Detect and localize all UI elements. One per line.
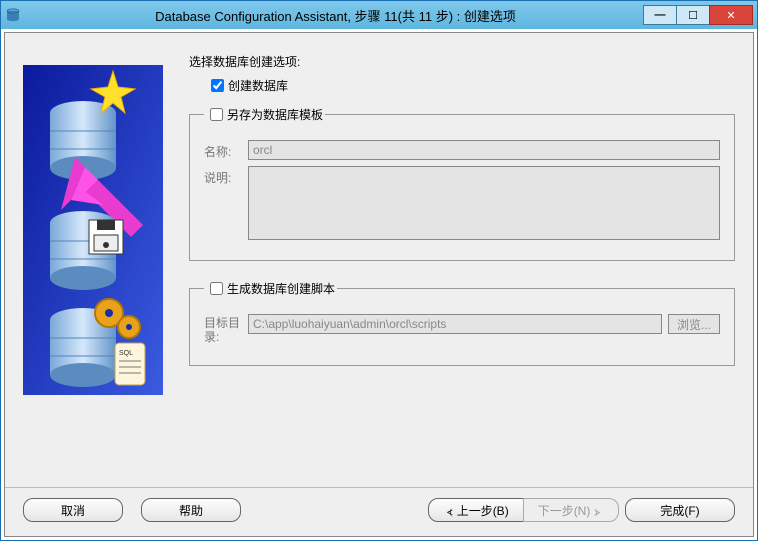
template-desc-label: 说明: <box>204 166 248 186</box>
template-name-input[interactable] <box>248 140 720 160</box>
app-icon <box>5 7 21 23</box>
template-desc-input[interactable] <box>248 166 720 240</box>
dest-dir-input[interactable] <box>248 314 662 334</box>
browse-button[interactable]: 浏览... <box>668 314 720 334</box>
help-button[interactable]: 帮助 <box>141 498 241 522</box>
save-template-legend[interactable]: 另存为数据库模板 <box>227 106 323 123</box>
wizard-sidebar-image: SQL <box>23 65 163 395</box>
window-title: Database Configuration Assistant, 步骤 11(… <box>27 6 644 25</box>
next-button: 下一步(N)⦔ <box>523 498 619 522</box>
save-template-group: 另存为数据库模板 名称: 说明: <box>189 105 735 261</box>
generate-scripts-legend[interactable]: 生成数据库创建脚本 <box>227 280 335 297</box>
finish-button[interactable]: 完成(F) <box>625 498 735 522</box>
titlebar[interactable]: Database Configuration Assistant, 步骤 11(… <box>1 1 757 29</box>
minimize-button[interactable]: — <box>643 5 677 25</box>
dest-dir-label: 目标目录: <box>204 314 248 345</box>
generate-scripts-checkbox[interactable] <box>210 282 223 295</box>
cancel-button[interactable]: 取消 <box>23 498 123 522</box>
create-database-checkbox[interactable] <box>211 79 224 92</box>
template-name-label: 名称: <box>204 140 248 160</box>
wizard-button-bar: 取消 帮助 ⦓上一步(B) 下一步(N)⦔ 完成(F) <box>5 487 753 536</box>
create-database-row: 创建数据库 <box>207 76 735 95</box>
create-database-label[interactable]: 创建数据库 <box>228 77 288 94</box>
close-button[interactable]: ✕ <box>709 5 753 25</box>
prev-button[interactable]: ⦓上一步(B) <box>428 498 524 522</box>
svg-text:SQL: SQL <box>119 350 133 357</box>
window-controls: — ☐ ✕ <box>644 5 753 25</box>
main-panel: 选择数据库创建选项: 创建数据库 另存为数据库模板 名称: 说明: <box>189 45 735 483</box>
select-options-label: 选择数据库创建选项: <box>189 53 735 70</box>
maximize-button[interactable]: ☐ <box>676 5 710 25</box>
generate-scripts-group: 生成数据库创建脚本 目标目录: 浏览... <box>189 279 735 366</box>
chevron-left-icon: ⦓ <box>447 507 453 518</box>
chevron-right-icon: ⦔ <box>594 507 600 518</box>
save-template-checkbox[interactable] <box>210 108 223 121</box>
dbca-window: Database Configuration Assistant, 步骤 11(… <box>0 0 758 541</box>
inner-panel: SQL 选择数据库创建选项: 创建数据库 另存为数据库模板 <box>4 32 754 537</box>
